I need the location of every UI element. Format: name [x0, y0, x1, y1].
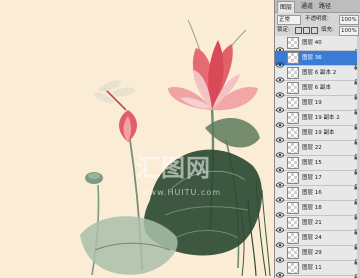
layer-name[interactable]: 图层 21	[302, 216, 322, 231]
eye-icon[interactable]	[276, 54, 284, 68]
layer-name[interactable]: 图层 15	[302, 156, 322, 171]
blend-mode-select[interactable]: 正常	[277, 15, 301, 25]
blend-mode-value: 正常	[279, 17, 291, 23]
lock-label: 锁定:	[277, 27, 290, 33]
layer-thumbnail[interactable]	[287, 97, 299, 109]
layer-name[interactable]: 图层 24	[302, 231, 322, 246]
tab-channels[interactable]: 通道	[299, 1, 315, 12]
layer-name[interactable]: 图层 6 副本 2	[302, 66, 336, 81]
opacity-value: 100%	[341, 17, 357, 23]
layer-row[interactable]: 图层 40	[275, 36, 360, 55]
eye-icon[interactable]	[276, 69, 284, 83]
layer-name[interactable]: 图层 17	[302, 171, 322, 186]
layer-row[interactable]: 图层 19 副本 2	[275, 111, 360, 130]
layers-panel: 图层 通道 路径 正常 不透明度: 100% 锁定: 填充: 100% 图层 4…	[274, 0, 360, 278]
layer-name[interactable]: 图层 22	[302, 141, 322, 156]
layer-name[interactable]: 图层 6 副本	[302, 81, 331, 96]
layer-row[interactable]: 图层 22	[275, 141, 360, 160]
layer-thumbnail[interactable]	[287, 262, 299, 274]
layer-thumbnail[interactable]	[287, 142, 299, 154]
eye-icon[interactable]	[276, 159, 284, 173]
layer-row[interactable]: 图层 15	[275, 156, 360, 175]
layer-thumbnail[interactable]	[287, 127, 299, 139]
eye-icon[interactable]	[276, 114, 284, 128]
lotus-painting	[80, 19, 271, 277]
layer-name[interactable]: 图层 11	[302, 261, 322, 276]
layer-row[interactable]: 图层 17	[275, 171, 360, 190]
layer-row[interactable]: 图层 11	[275, 261, 360, 278]
fill-value: 100%	[341, 28, 357, 34]
lock-fill-row: 锁定: 填充: 100%	[275, 25, 360, 36]
fill-input[interactable]: 100%	[339, 26, 359, 36]
layer-name[interactable]: 图层 16	[302, 186, 322, 201]
fill-label: 填充:	[321, 27, 334, 33]
layer-thumbnail[interactable]	[287, 67, 299, 79]
layer-thumbnail[interactable]	[287, 157, 299, 169]
eye-icon[interactable]	[276, 39, 284, 53]
eye-icon[interactable]	[276, 249, 284, 263]
layer-name[interactable]: 图层 29	[302, 246, 322, 261]
eye-icon[interactable]	[276, 219, 284, 233]
layer-thumbnail[interactable]	[287, 172, 299, 184]
layer-name[interactable]: 图层 40	[302, 36, 322, 51]
opacity-label: 不透明度:	[305, 16, 329, 22]
lock-pixels-icon[interactable]	[303, 27, 310, 34]
layer-row[interactable]: 图层 24	[275, 231, 360, 250]
layer-row[interactable]: 图层 6 副本	[275, 81, 360, 100]
layer-thumbnail[interactable]	[287, 52, 299, 64]
eye-icon[interactable]	[276, 189, 284, 203]
tab-paths[interactable]: 路径	[317, 1, 333, 12]
layer-thumbnail[interactable]	[287, 217, 299, 229]
layer-row[interactable]: 图层 19	[275, 96, 360, 115]
layer-row[interactable]: 图层 21	[275, 216, 360, 235]
eye-icon[interactable]	[276, 264, 284, 278]
layer-row[interactable]: 图层 18	[275, 201, 360, 220]
layer-name[interactable]: 图层 18	[302, 201, 322, 216]
eye-icon[interactable]	[276, 84, 284, 98]
eye-icon[interactable]	[276, 234, 284, 248]
layer-list[interactable]: 图层 40 图层 36 图层 6 副本 2 图层 6 副本 图层 19 图层 19 副本 …	[275, 36, 360, 278]
eye-icon[interactable]	[276, 129, 284, 143]
layer-thumbnail[interactable]	[287, 82, 299, 94]
eye-icon[interactable]	[276, 99, 284, 113]
layer-row[interactable]: 图层 29	[275, 246, 360, 265]
layer-thumbnail[interactable]	[287, 247, 299, 259]
eye-icon[interactable]	[276, 204, 284, 218]
layer-name[interactable]: 图层 19 副本	[302, 126, 335, 141]
layer-thumbnail[interactable]	[287, 187, 299, 199]
layer-thumbnail[interactable]	[287, 202, 299, 214]
blend-opacity-row: 正常 不透明度: 100%	[275, 14, 360, 25]
panel-tab-bar: 图层 通道 路径	[275, 0, 360, 13]
layer-name[interactable]: 图层 19	[302, 96, 322, 111]
layer-thumbnail[interactable]	[287, 112, 299, 124]
layer-thumbnail[interactable]	[287, 232, 299, 244]
document-canvas[interactable]: 汇图网 www.HUITU.com	[0, 0, 274, 278]
layer-thumbnail[interactable]	[287, 37, 299, 49]
eye-icon[interactable]	[276, 174, 284, 188]
opacity-input[interactable]: 100%	[339, 15, 359, 25]
layer-row[interactable]: 图层 6 副本 2	[275, 66, 360, 85]
tab-layers[interactable]: 图层	[277, 1, 296, 13]
layer-row[interactable]: 图层 36	[275, 51, 360, 70]
layer-row[interactable]: 图层 16	[275, 186, 360, 205]
eye-icon[interactable]	[276, 144, 284, 158]
layer-name[interactable]: 图层 19 副本 2	[302, 111, 340, 126]
layer-row[interactable]: 图层 19 副本	[275, 126, 360, 145]
lock-transparency-icon[interactable]	[295, 27, 302, 34]
layer-name[interactable]: 图层 36	[302, 51, 322, 66]
lock-position-icon[interactable]	[311, 27, 318, 34]
